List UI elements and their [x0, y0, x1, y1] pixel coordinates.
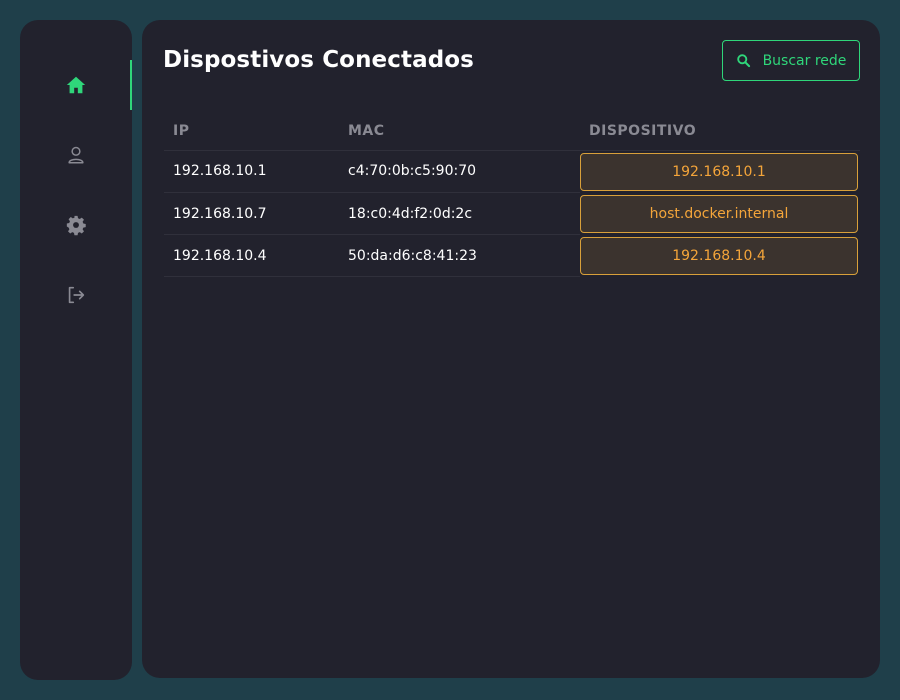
- cell-ip: 192.168.10.1: [164, 150, 339, 193]
- column-header-ip: IP: [164, 112, 339, 151]
- cell-ip: 192.168.10.7: [164, 192, 339, 235]
- gear-icon: [66, 215, 86, 236]
- device-button[interactable]: 192.168.10.4: [580, 236, 858, 275]
- device-button[interactable]: 192.168.10.1: [580, 152, 858, 191]
- cell-device: host.docker.internal: [580, 193, 860, 235]
- user-icon: [68, 146, 84, 164]
- cell-mac: 50:da:d6:c8:41:23: [339, 234, 580, 277]
- search-icon: [736, 54, 750, 68]
- home-icon: [66, 76, 86, 94]
- table-row: 192.168.10.7 18:c0:4d:f2:0d:2c host.dock…: [164, 192, 860, 235]
- logout-icon: [68, 286, 85, 304]
- main-panel: Dispostivos Conectados Buscar rede IP MA…: [142, 20, 880, 678]
- scan-network-button[interactable]: Buscar rede: [722, 40, 860, 81]
- cell-device: 192.168.10.1: [580, 150, 860, 193]
- sidebar-item-logout[interactable]: [20, 270, 132, 320]
- cell-mac: c4:70:0b:c5:90:70: [339, 150, 580, 193]
- device-button[interactable]: host.docker.internal: [580, 194, 858, 233]
- sidebar-item-profile[interactable]: [20, 130, 132, 180]
- devices-table: IP MAC DISPOSITIVO 192.168.10.1 c4:70:0b…: [164, 112, 860, 277]
- sidebar-item-settings[interactable]: [20, 200, 132, 250]
- column-header-device: DISPOSITIVO: [580, 112, 860, 151]
- cell-ip: 192.168.10.4: [164, 234, 339, 277]
- column-header-mac: MAC: [339, 112, 580, 151]
- cell-mac: 18:c0:4d:f2:0d:2c: [339, 192, 580, 235]
- page-title: Dispostivos Conectados: [163, 47, 474, 73]
- table-row: 192.168.10.4 50:da:d6:c8:41:23 192.168.1…: [164, 234, 860, 277]
- table-row: 192.168.10.1 c4:70:0b:c5:90:70 192.168.1…: [164, 150, 860, 193]
- app-window: Dispostivos Conectados Buscar rede IP MA…: [0, 0, 900, 700]
- cell-device: 192.168.10.4: [580, 235, 860, 277]
- sidebar: [20, 20, 132, 680]
- scan-button-label: Buscar rede: [762, 52, 847, 69]
- table-header-row: IP MAC DISPOSITIVO: [164, 112, 860, 151]
- sidebar-item-home[interactable]: [20, 60, 132, 110]
